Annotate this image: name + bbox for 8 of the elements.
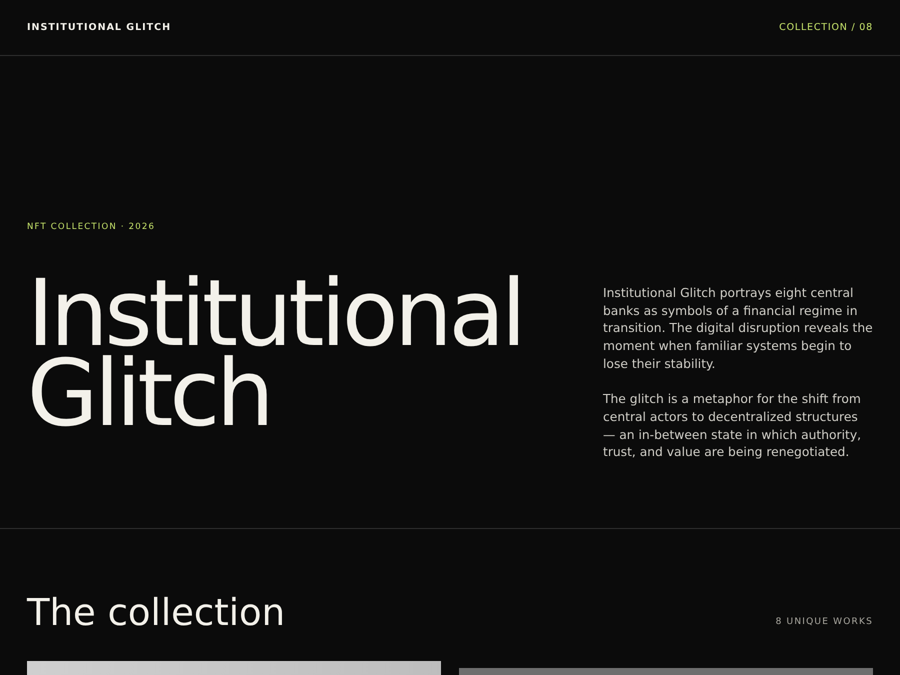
description-paragraph: The glitch is a metaphor for the shift from central actors to decentralized structures — an in-between state in which authority, trust, and value are being renegotiated. xyxy=(603,391,862,462)
hero-title: Institutional Glitch xyxy=(27,274,523,449)
brand-name: INSTITUTIONAL GLITCH xyxy=(27,22,172,33)
works-count: 8 UNIQUE WORKS xyxy=(776,617,873,627)
collection-index: COLLECTION / 08 xyxy=(779,22,873,33)
description-paragraph: Institutional Glitch portrays eight central banks as symbols of a financial regime in transition. The digital disruption reveals the moment when familiar systems begin to lose their stability. xyxy=(603,285,873,373)
section-title: The collection xyxy=(27,593,286,633)
eyebrow-label: NFT COLLECTION · 2026 xyxy=(27,222,156,232)
